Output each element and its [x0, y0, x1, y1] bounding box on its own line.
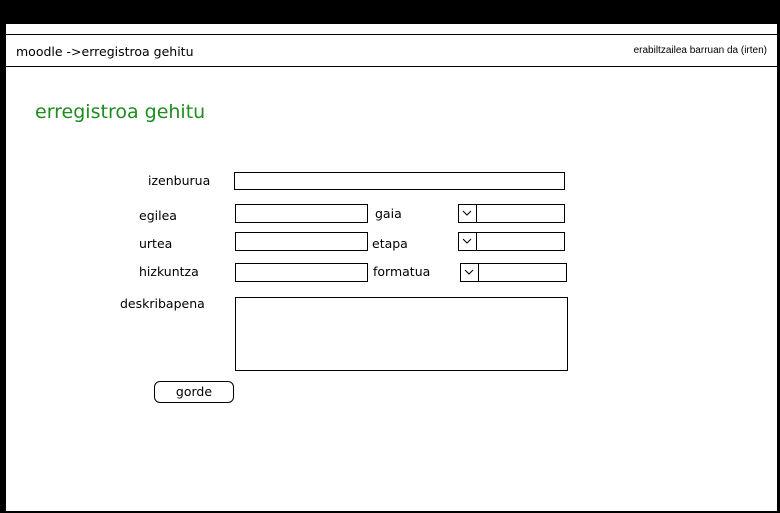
language-input[interactable]	[235, 263, 368, 282]
description-textarea[interactable]	[235, 297, 568, 371]
year-input[interactable]	[235, 232, 368, 251]
header-divider-bottom	[6, 66, 777, 67]
year-label: urtea	[139, 236, 173, 251]
stage-dropdown-button[interactable]	[459, 233, 477, 250]
page-canvas: moodle ->erregistroa gehitu erabiltzaile…	[6, 24, 777, 511]
window-frame-top	[0, 0, 780, 24]
language-label: hizkuntza	[139, 264, 199, 279]
format-select[interactable]	[460, 263, 567, 282]
format-dropdown-button[interactable]	[461, 264, 479, 281]
chevron-down-icon	[464, 269, 474, 275]
title-label: izenburua	[148, 173, 211, 188]
author-input[interactable]	[235, 204, 368, 223]
format-label: formatua	[373, 264, 431, 279]
subject-select[interactable]	[458, 204, 565, 223]
stage-label: etapa	[372, 236, 408, 251]
title-input[interactable]	[234, 172, 565, 190]
breadcrumb[interactable]: moodle ->erregistroa gehitu	[16, 44, 194, 59]
subject-label: gaia	[375, 206, 402, 221]
chevron-down-icon	[462, 238, 472, 244]
user-status[interactable]: erabiltzailea barruan da (irten)	[634, 45, 767, 56]
subject-dropdown-button[interactable]	[459, 205, 477, 222]
chevron-down-icon	[462, 210, 472, 216]
description-label: deskribapena	[120, 296, 205, 311]
page-title: erregistroa gehitu	[35, 101, 206, 123]
author-label: egilea	[139, 208, 177, 223]
save-button[interactable]: gorde	[154, 381, 234, 403]
header-divider-top	[6, 34, 777, 35]
stage-select[interactable]	[458, 232, 565, 251]
